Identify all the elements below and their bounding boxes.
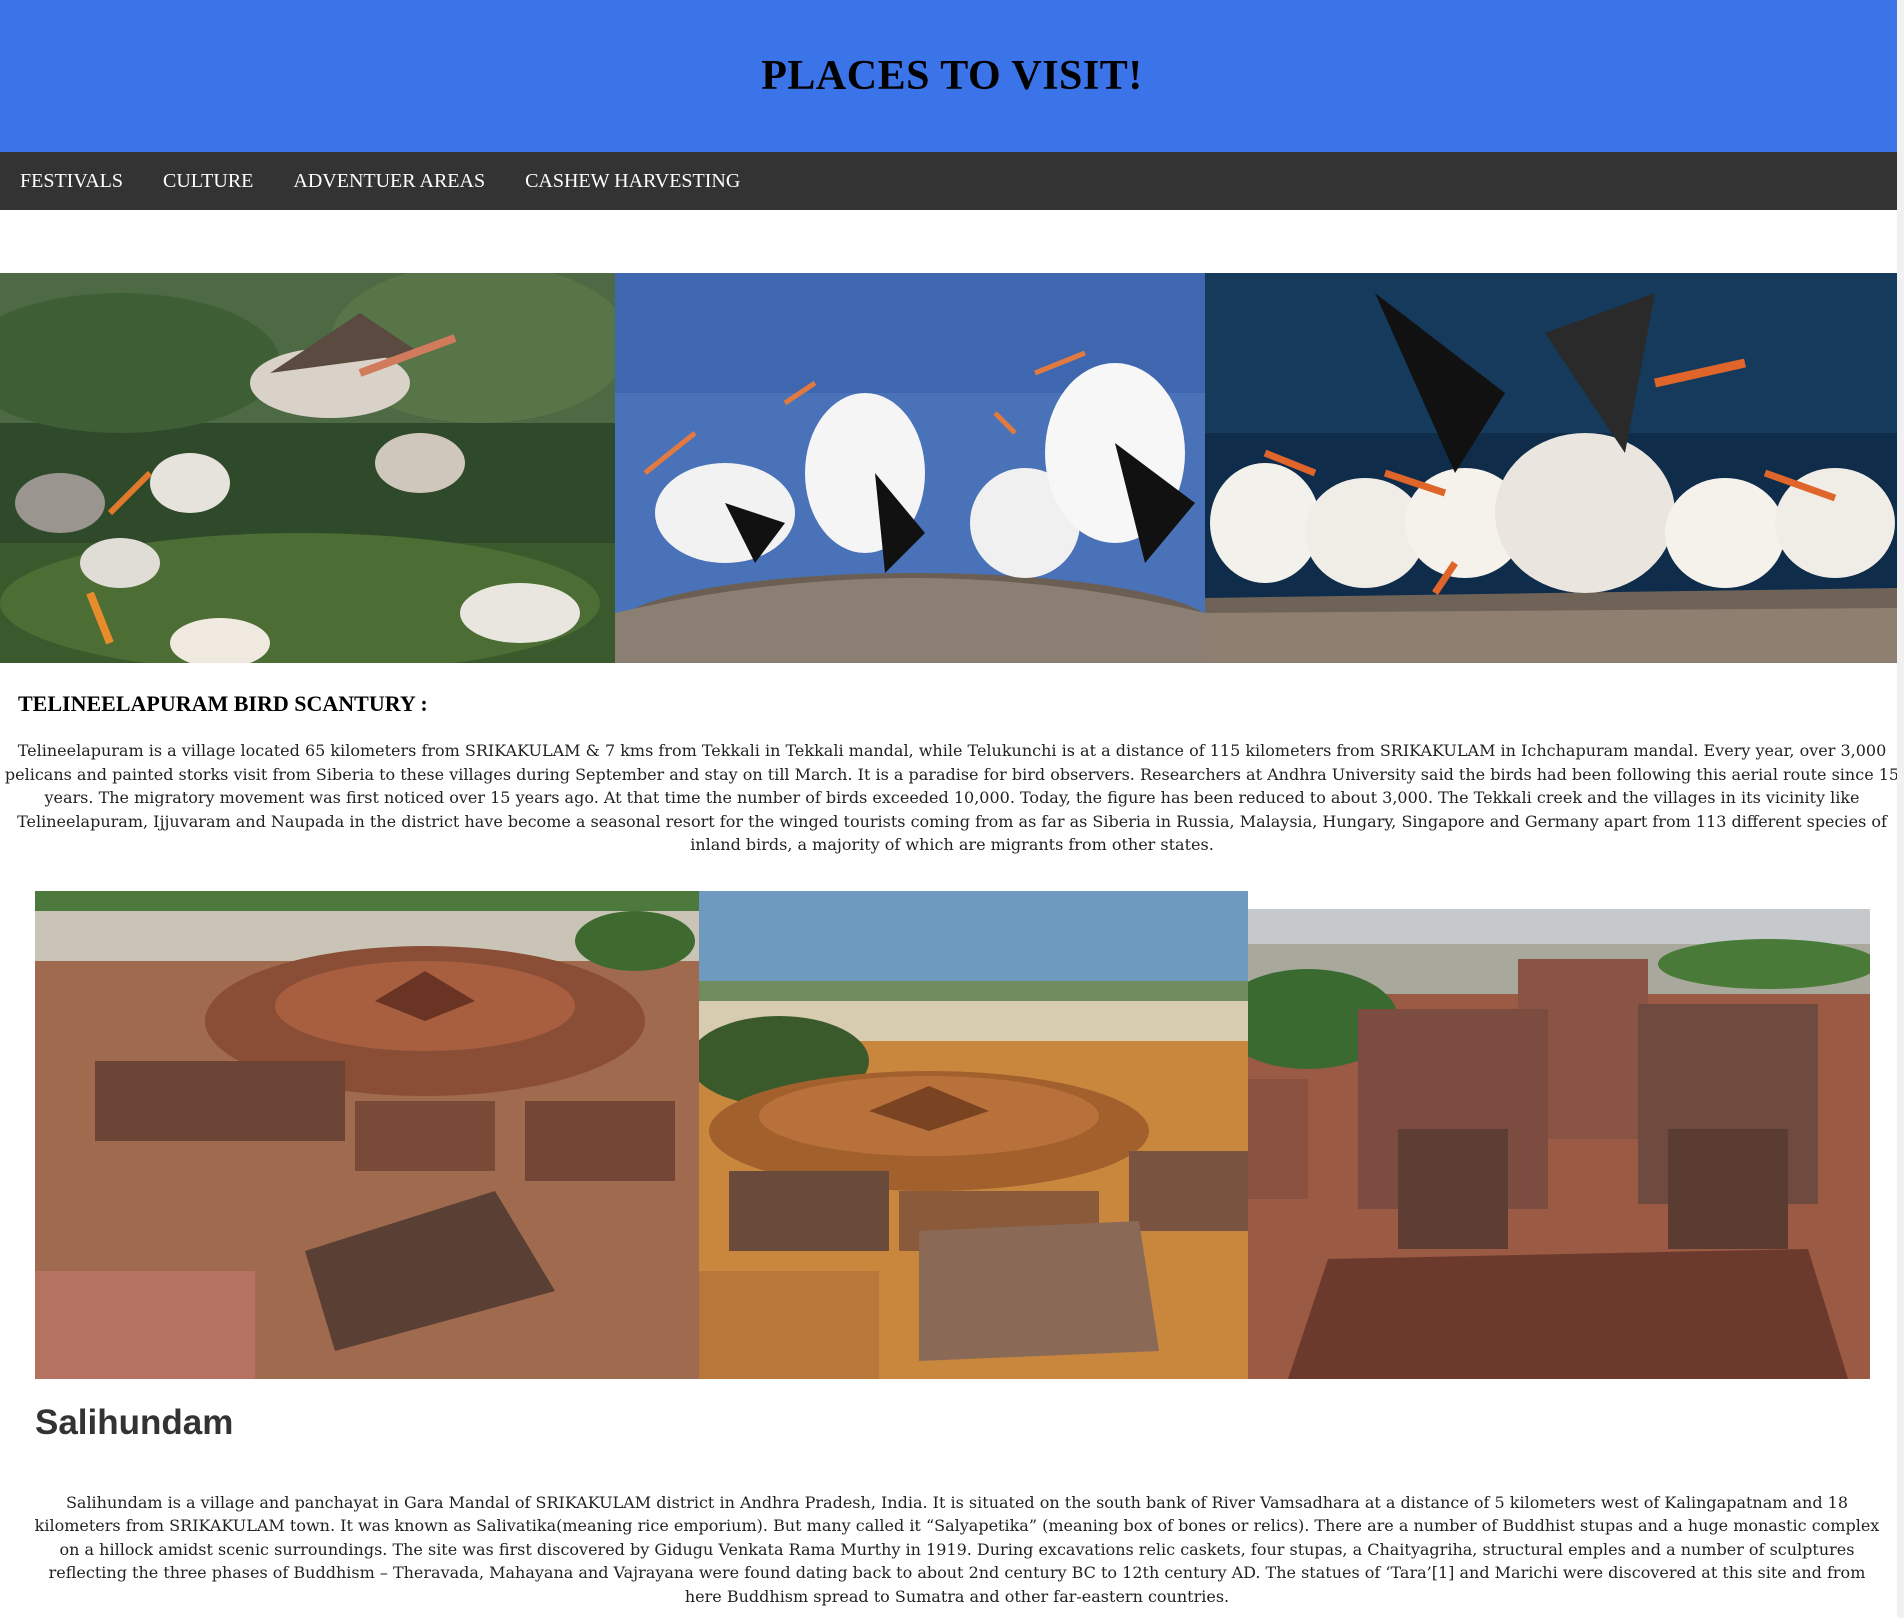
stupa-ruins-photo-3 — [1248, 908, 1870, 1379]
pelicans-flock-photo — [1205, 273, 1897, 663]
bird-sanctuary-text: Telineelapuram is a village located 65 k… — [4, 741, 1900, 854]
nav-link-festivals[interactable]: FESTIVALS — [20, 170, 123, 193]
salihundam-text: Salihundam is a village and panchayat in… — [34, 1492, 1880, 1606]
bird-photo-row — [0, 273, 1904, 663]
salihundam-photo-row — [0, 890, 1904, 1379]
nav-link-culture[interactable]: CULTURE — [163, 170, 253, 193]
nav-link-adventuer-areas[interactable]: ADVENTUER AREAS — [293, 170, 485, 193]
stupa-ruins-photo-2 — [699, 890, 1248, 1379]
pelicans-nesting-photo — [0, 273, 615, 663]
page-scrollbar[interactable] — [1897, 0, 1904, 1618]
nav-link-cashew-harvesting[interactable]: CASHEW HARVESTING — [525, 170, 740, 193]
storks-on-nest-photo — [615, 273, 1205, 663]
bird-sanctuary-title: TELINEELAPURAM BIRD SCANTURY : — [18, 691, 428, 716]
nav-bar: FESTIVALS CULTURE ADVENTUER AREAS CASHEW… — [0, 152, 1904, 210]
page-title: PLACES TO VISIT! — [761, 53, 1143, 99]
page-header: PLACES TO VISIT! — [0, 0, 1904, 152]
salihundam-title: Salihundam — [35, 1402, 234, 1442]
stupa-ruins-photo-1 — [35, 890, 699, 1379]
